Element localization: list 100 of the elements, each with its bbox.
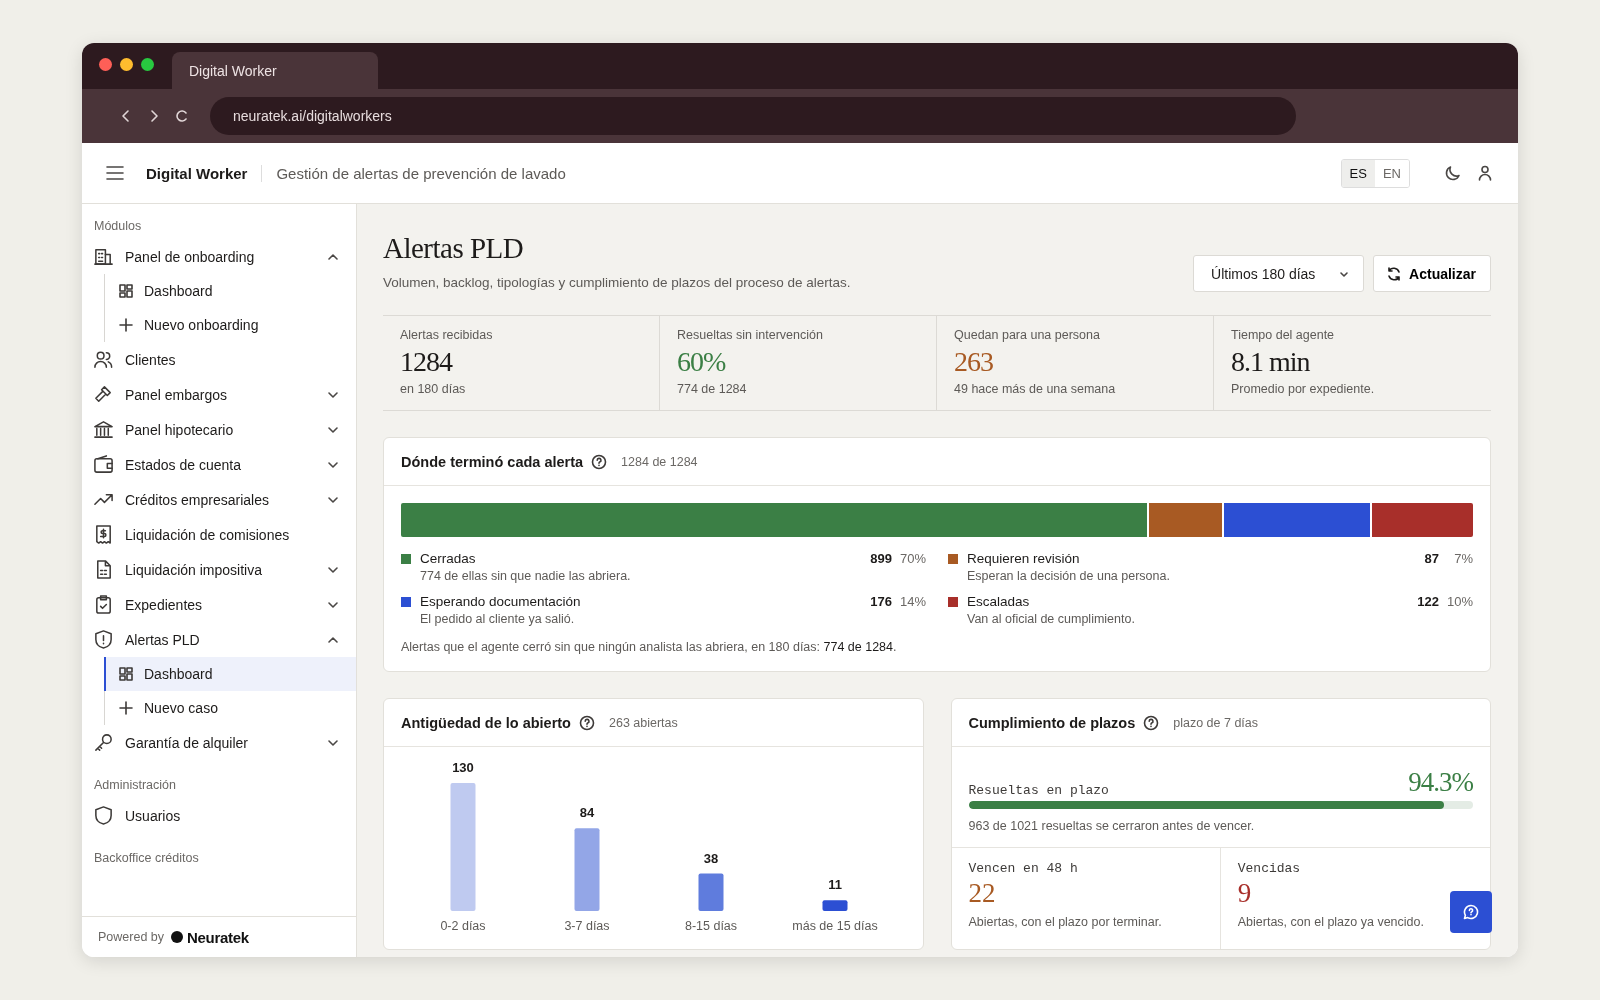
sidebar-subitem[interactable]: Dashboard	[104, 274, 356, 308]
metric-note: Abiertas, con el plazo por terminar.	[968, 915, 1163, 929]
grid-icon	[118, 283, 134, 299]
kpi-label: Resueltas sin intervención	[677, 328, 824, 342]
kpi-note: en 180 días	[400, 382, 467, 396]
metric-label: Vencen en 48 h	[968, 861, 1079, 876]
clipboard-icon	[93, 594, 114, 615]
sidebar-item[interactable]: Panel embargos	[93, 377, 344, 412]
legend-count: 122	[1417, 594, 1439, 609]
legend-percent: 10%	[1446, 594, 1473, 609]
reload-icon[interactable]	[174, 108, 190, 124]
kpi-note: 49 hace más de una semana	[954, 382, 1117, 396]
sidebar-subitem[interactable]: Nuevo caso	[104, 691, 356, 725]
section-title: Administración	[94, 778, 177, 792]
refresh-icon	[1386, 265, 1403, 282]
kpi-value: 8.1 min	[1231, 346, 1311, 378]
card-title: Antigüedad de lo abierto	[401, 714, 571, 731]
moon-icon[interactable]	[1444, 164, 1462, 182]
app-subtitle: Gestión de alertas de prevención de lavado	[276, 164, 567, 182]
logo-dot-icon	[171, 931, 183, 943]
plus-icon	[118, 700, 134, 716]
help-icon[interactable]	[1143, 714, 1160, 731]
page-subtitle: Volumen, backlog, tipologías y cumplimiento de plazos del proceso de alertas.	[383, 275, 851, 290]
kpi-label: Alertas recibidas	[400, 328, 494, 342]
page-title: Alertas PLD	[383, 232, 525, 265]
sidebar-item[interactable]: Clientes	[93, 342, 344, 377]
users-icon	[93, 349, 114, 370]
sidebar-item[interactable]: Liquidación de comisiones	[93, 517, 344, 552]
category-label: 3-7 días	[564, 919, 610, 933]
kpi-label: Quedan para una persona	[954, 328, 1101, 342]
kpi-label: Tiempo del agente	[1231, 328, 1336, 342]
footnote: Alertas que el agente cerró sin que ningún analista las abriera, en 180 días: 774 de 1284.	[401, 640, 898, 654]
plus-icon	[118, 317, 134, 333]
bar	[822, 900, 848, 911]
metric-note: 963 de 1021 resueltas se cerraron antes de vencer.	[968, 819, 1256, 833]
metric-label: Vencidas	[1237, 861, 1302, 876]
bar-value-label: 11	[828, 877, 842, 893]
sidebar-subitem[interactable]: Nuevo onboarding	[104, 308, 356, 342]
bar-value-label: 84	[579, 805, 595, 821]
shield-alert-icon	[93, 629, 114, 650]
category-label: 8-15 días	[684, 919, 738, 933]
receipt-icon	[93, 524, 114, 545]
sidebar-item[interactable]: Estados de cuenta	[93, 447, 344, 482]
sidebar-item[interactable]: Créditos empresariales	[93, 482, 344, 517]
menu-icon[interactable]	[106, 166, 124, 180]
refresh-button[interactable]: Actualizar	[1373, 255, 1491, 292]
legend-description: 774 de ellas sin que nadie las abriera.	[420, 569, 632, 583]
card-count: 263 abiertas	[609, 715, 678, 730]
sidebar-item[interactable]: Garantía de alquiler	[93, 725, 344, 760]
help-icon[interactable]	[591, 453, 608, 470]
grid-icon	[118, 666, 134, 682]
metric-note: Abiertas, con el plazo ya vencido.	[1237, 915, 1425, 929]
chat-button[interactable]	[1450, 891, 1492, 933]
range-select[interactable]: Últimos 180 días	[1193, 255, 1365, 292]
kpi-value: 60%	[677, 346, 727, 378]
bar	[698, 873, 724, 911]
metric-value: 22	[968, 878, 997, 909]
kpi-note: Promedio por expediente.	[1231, 382, 1376, 396]
sidebar-item[interactable]: Liquidación impositiva	[93, 552, 344, 587]
bar-value-label: 38	[703, 850, 719, 866]
app-name: Digital Worker	[146, 164, 263, 182]
kpi-value: 1284	[400, 346, 454, 378]
sidebar-item[interactable]: Panel de onboarding	[93, 239, 344, 274]
key-icon	[93, 732, 114, 753]
help-icon[interactable]	[579, 714, 595, 731]
sidebar-item[interactable]: Panel hipotecario	[93, 412, 344, 447]
legend-description: El pedido al cliente ya salió.	[420, 612, 576, 626]
kpi-value: 263	[954, 346, 994, 378]
bank-icon	[93, 419, 114, 440]
language-option[interactable]: ES	[1341, 159, 1375, 187]
zoom-light[interactable]	[141, 57, 154, 71]
sidebar-subitem[interactable]: Dashboard	[104, 657, 356, 691]
wallet-icon	[93, 454, 114, 475]
category-label: más de 15 días	[792, 919, 878, 933]
legend-percent: 70%	[899, 551, 926, 566]
legend-count: 899	[870, 551, 892, 566]
card-title: Dónde terminó cada alerta	[401, 453, 584, 470]
sidebar-item[interactable]: Alertas PLD	[93, 622, 344, 657]
hammer-icon	[93, 384, 114, 405]
browser-tab[interactable]: Digital Worker	[172, 52, 378, 89]
legend-percent: 14%	[899, 594, 926, 609]
minimize-light[interactable]	[120, 57, 133, 71]
legend-count: 87	[1424, 551, 1439, 566]
sidebar-item[interactable]: Expedientes	[93, 587, 344, 622]
metric-value: 94.3%	[1408, 767, 1473, 798]
close-light[interactable]	[99, 57, 112, 71]
legend-percent: 7%	[1453, 551, 1473, 566]
bar-value-label: 130	[452, 760, 474, 775]
address-field[interactable]: neuratek.ai/digitalworkers	[210, 97, 1296, 135]
sidebar-item[interactable]: Usuarios	[93, 798, 344, 833]
legend-label: Esperando documentación	[420, 594, 582, 609]
section-title: Módulos	[94, 219, 143, 233]
kpi-note: 774 de 1284	[677, 382, 748, 396]
card-count: plazo de 7 días	[1173, 715, 1259, 730]
legend-description: Van al oficial de cumplimiento.	[967, 612, 1136, 626]
metric-value: 9	[1237, 878, 1253, 909]
user-icon[interactable]	[1476, 164, 1494, 182]
metric-label: Resueltas en plazo	[968, 783, 1109, 798]
legend-count: 176	[870, 594, 892, 609]
powered-by-label: Powered by	[98, 930, 164, 944]
